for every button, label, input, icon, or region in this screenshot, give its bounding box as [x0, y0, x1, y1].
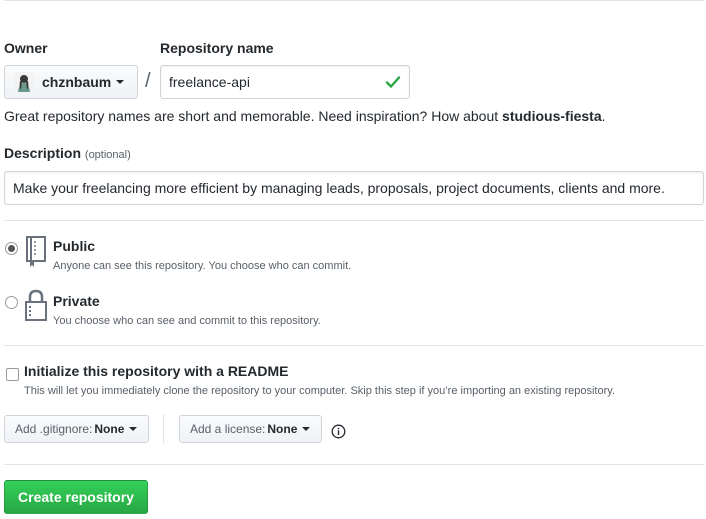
divider: [4, 345, 704, 346]
divider: [4, 220, 704, 221]
description-input[interactable]: [4, 171, 704, 205]
owner-label: Owner: [4, 40, 48, 56]
gitignore-label: Add .gitignore:: [15, 422, 93, 436]
chevron-down-icon: [302, 427, 311, 431]
owner-dropdown[interactable]: chznbaum: [4, 65, 138, 99]
private-note: You choose who can see and commit to thi…: [53, 315, 321, 327]
repo-name-label: Repository name: [160, 40, 274, 56]
repo-name-input[interactable]: [160, 65, 410, 99]
description-label-text: Description: [4, 145, 82, 161]
chevron-down-icon: [129, 427, 138, 431]
owner-name: chznbaum: [42, 74, 112, 90]
readme-note: This will let you immediately clone the …: [24, 385, 615, 397]
create-repository-button[interactable]: Create repository: [4, 480, 148, 514]
info-icon[interactable]: [331, 424, 346, 439]
public-note: Anyone can see this repository. You choo…: [53, 260, 352, 272]
readme-checkbox[interactable]: [6, 368, 19, 381]
hint-text: Great repository names are short and mem…: [4, 108, 503, 124]
optional-tag: (optional): [84, 149, 131, 161]
public-radio[interactable]: [5, 242, 18, 255]
top-divider: [4, 0, 704, 1]
path-separator: /: [145, 70, 151, 92]
hint-suffix: .: [601, 108, 606, 124]
repo-name-hint: Great repository names are short and mem…: [4, 108, 606, 124]
gitignore-select[interactable]: Add .gitignore: None: [4, 415, 149, 443]
license-value: None: [267, 422, 298, 436]
lock-icon: [25, 289, 47, 321]
avatar: [14, 72, 34, 92]
chevron-down-icon: [116, 80, 125, 84]
readme-title: Initialize this repository with a README: [24, 363, 289, 379]
divider: [4, 464, 704, 465]
private-radio[interactable]: [5, 296, 18, 309]
license-select[interactable]: Add a license: None: [179, 415, 322, 443]
public-title: Public: [53, 238, 96, 254]
private-title: Private: [53, 293, 100, 309]
repo-icon: [26, 236, 46, 267]
description-label: Description (optional): [4, 145, 131, 161]
license-label: Add a license:: [190, 422, 266, 436]
select-separator: [163, 414, 164, 444]
name-suggestion: studious-fiesta: [502, 108, 602, 124]
gitignore-value: None: [94, 422, 125, 436]
check-icon: [385, 76, 401, 88]
